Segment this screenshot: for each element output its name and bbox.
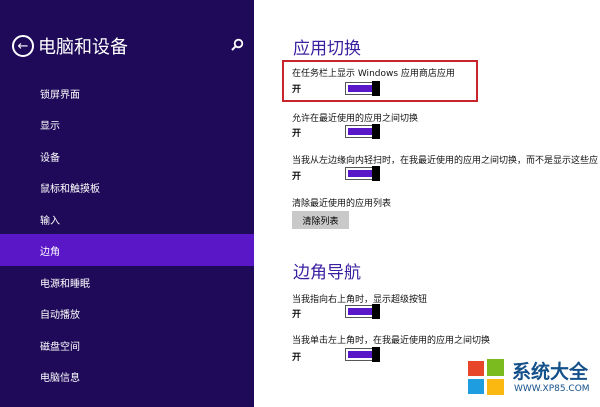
setting-label-left-swipe: 当我从左边缘向内轻扫时，在我最近使用的应用之间切换，而不是显示这些应 [292,156,599,166]
toggle-top-left[interactable] [345,347,380,362]
section-heading-corner-nav: 边角导航 [293,263,361,283]
clear-recent-label: 清除最近使用的应用列表 [292,199,392,209]
watermark: 系统大全 WWW.XP85.COM [462,353,600,407]
sidebar-title: 电脑和设备 [38,37,128,58]
toggle-recent-switch[interactable] [345,124,380,139]
sidebar: ← 电脑和设备 锁屏界面 显示 设备 鼠标和触摸板 输入 边角 电源和睡眠 自动… [0,0,254,407]
toggle-left-swipe[interactable] [345,166,380,181]
watermark-url: WWW.XP85.COM [514,384,590,394]
highlight-annotation-box [282,60,478,102]
setting-label-recent-switch: 允许在最近使用的应用之间切换 [292,114,419,124]
windows-logo-icon [468,359,504,395]
sidebar-item-devices[interactable]: 设备 [0,140,254,172]
sidebar-item-lock-screen[interactable]: 锁屏界面 [0,77,254,109]
sidebar-item-power-sleep[interactable]: 电源和睡眠 [0,266,254,298]
search-icon[interactable] [230,38,244,52]
toggle-top-right[interactable] [345,304,380,319]
sidebar-item-mouse-touchpad[interactable]: 鼠标和触摸板 [0,171,254,203]
section-heading-app-switch: 应用切换 [293,39,361,59]
watermark-name: 系统大全 [512,361,589,383]
toggle-state-recent-switch: 开 [292,129,302,139]
sidebar-item-display[interactable]: 显示 [0,108,254,140]
toggle-state-left-swipe: 开 [292,172,302,182]
sidebar-item-typing[interactable]: 输入 [0,203,254,235]
back-arrow-icon[interactable]: ← [12,35,34,57]
toggle-state-top-right: 开 [292,310,302,320]
clear-list-button[interactable]: 清除列表 [292,211,349,229]
setting-label-top-left: 当我单击左上角时，在我最近使用的应用之间切换 [292,336,491,346]
sidebar-item-corners[interactable]: 边角 [0,234,254,266]
sidebar-item-disk-space[interactable]: 磁盘空间 [0,329,254,361]
sidebar-item-autoplay[interactable]: 自动播放 [0,297,254,329]
toggle-state-top-left: 开 [292,353,302,363]
setting-label-top-right: 当我指向右上角时，显示超级按钮 [292,295,428,305]
sidebar-item-pc-info[interactable]: 电脑信息 [0,360,254,392]
